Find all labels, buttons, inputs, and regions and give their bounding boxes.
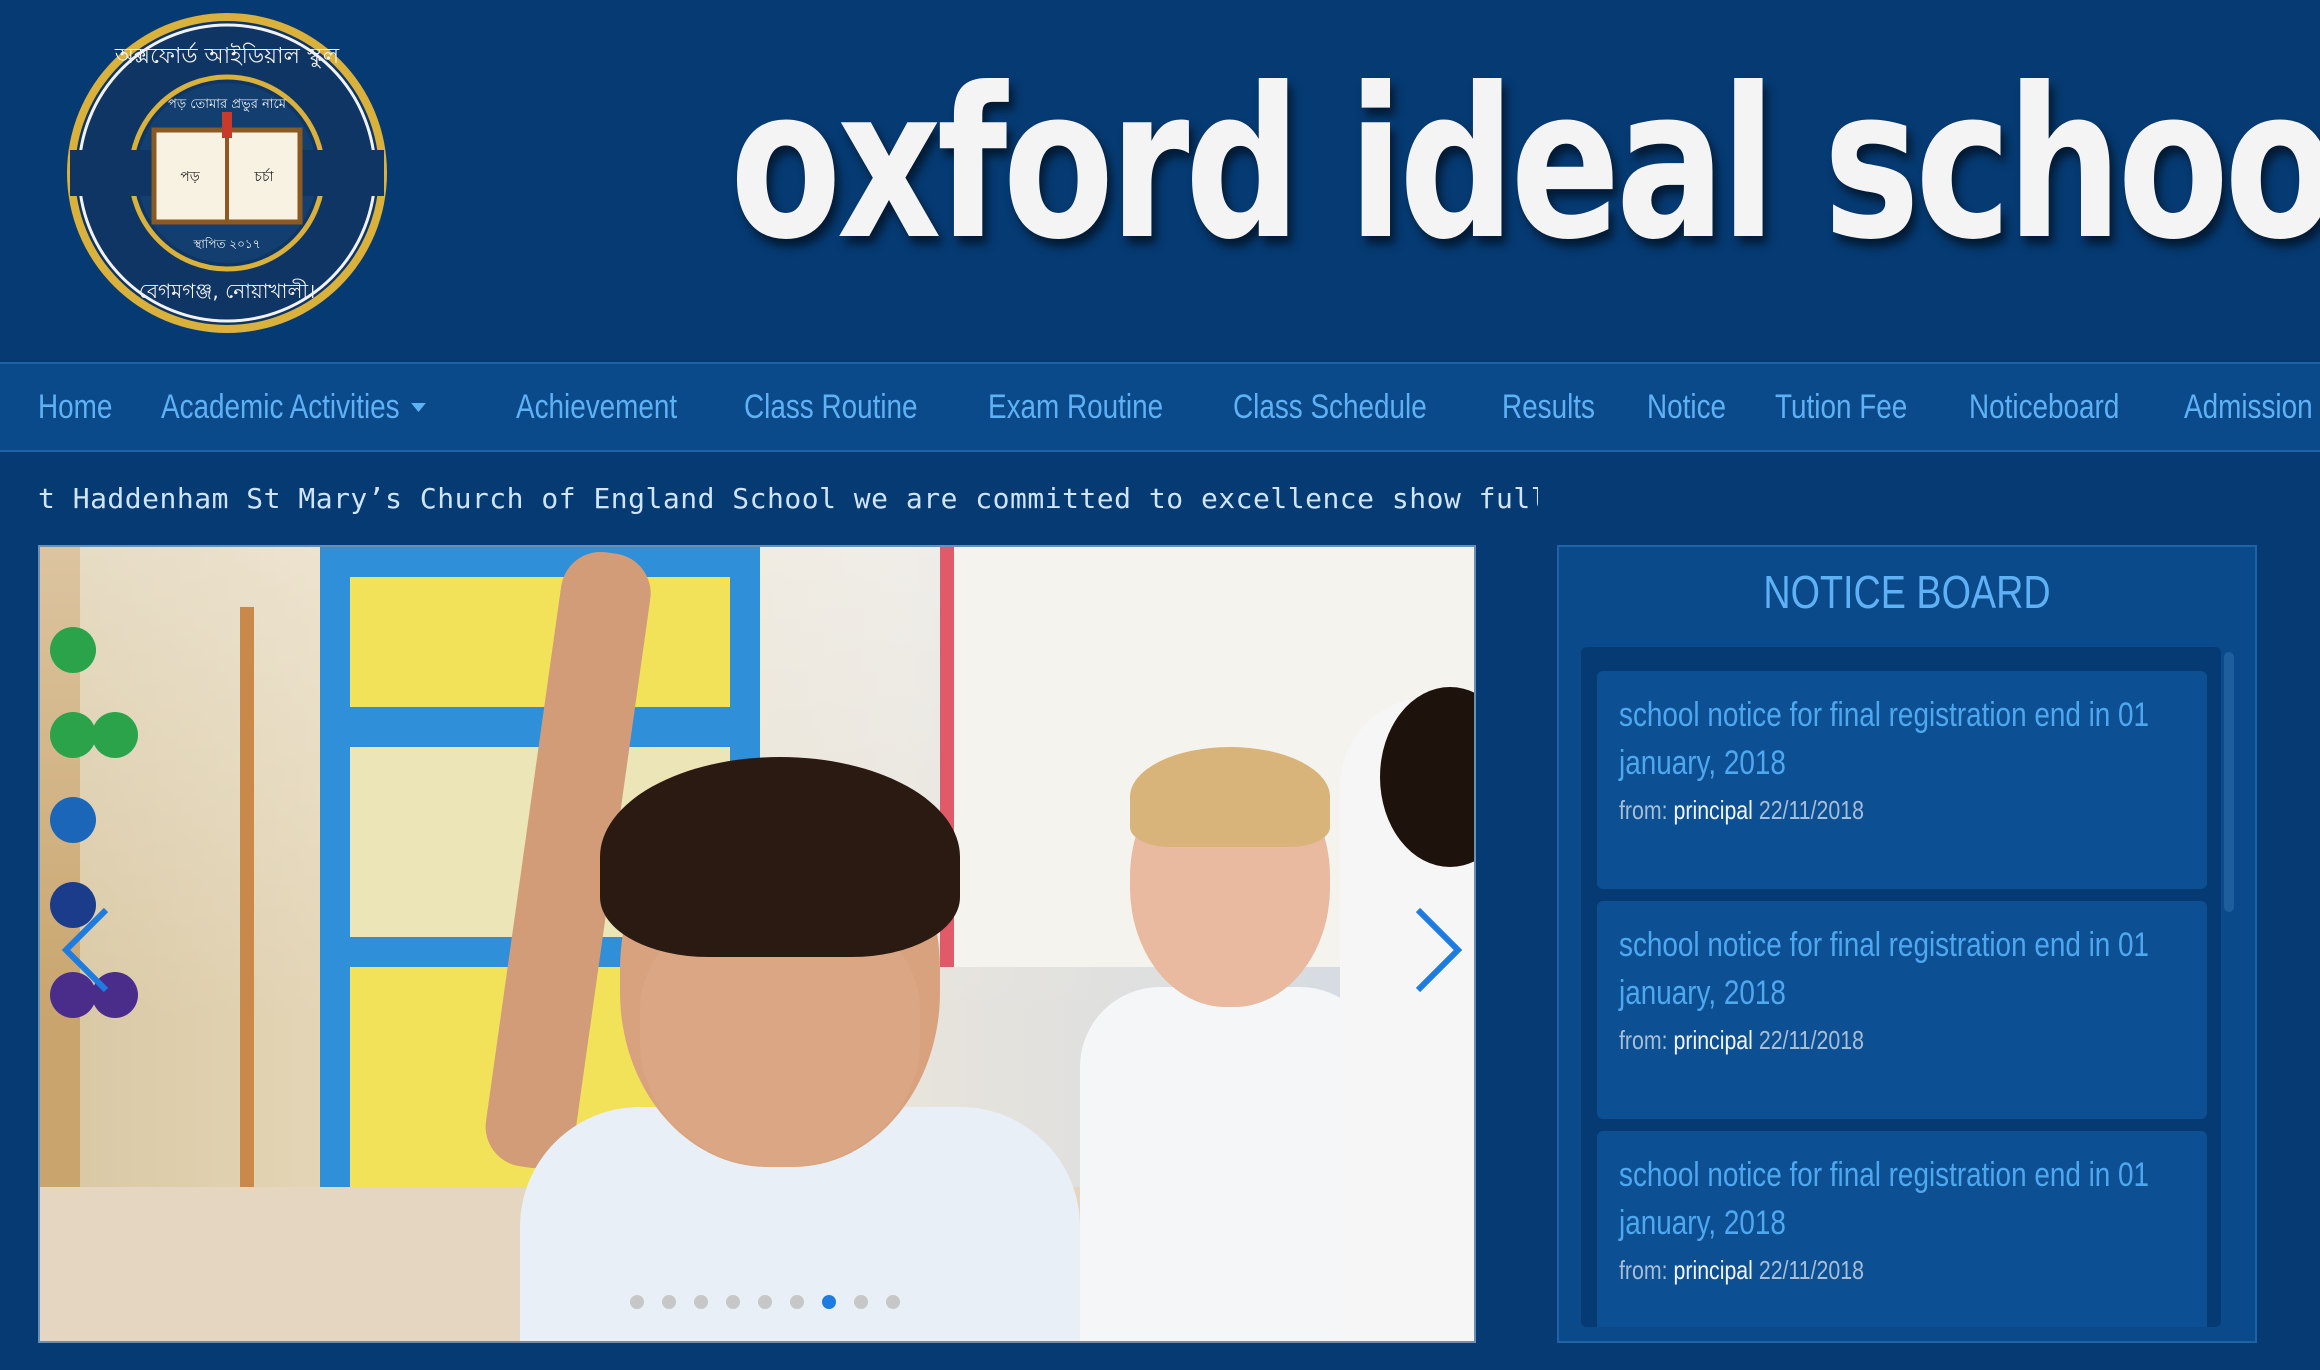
notice-title[interactable]: school notice for final registration end… [1619,921,2193,1017]
logo-name: অক্সফোর্ড আইডিয়াল স্কুল [114,42,340,69]
nav-label: Academic Activities [160,387,400,426]
nav-item-results[interactable]: Results [1502,388,1595,427]
carousel-dot[interactable] [726,1295,740,1309]
notice-date: 22/11/2018 [1758,795,1864,825]
logo-book-right: চর্চা [253,168,274,185]
notice-title[interactable]: school notice for final registration end… [1619,1151,2193,1247]
notice-title[interactable]: school notice for final registration end… [1619,691,2193,787]
nav-label: Notice [1647,387,1727,426]
nav-item-tution-fee[interactable]: Tution Fee [1775,388,1907,427]
logo-book-left: পড় [180,169,201,185]
notice-from-label: from: [1619,1025,1668,1055]
main-nav: Home Academic Activities Achievement Cla… [0,362,2320,452]
nav-label: Exam Routine [987,387,1164,426]
logo-established: স্থাপিত ২০১৭ [192,237,260,251]
nav-item-exam-routine[interactable]: Exam Routine [988,388,1163,427]
notice-scrollbar[interactable] [2224,652,2234,912]
carousel-dot[interactable] [758,1295,772,1309]
carousel-dot[interactable] [790,1295,804,1309]
news-ticker[interactable]: t Haddenham St Mary’s Church of England … [38,476,1538,522]
nav-item-noticeboard[interactable]: Noticeboard [1969,388,2119,427]
caret-down-icon [410,402,426,412]
notice-from-label: from: [1619,1255,1668,1285]
nav-item-admission[interactable]: Admission [2184,388,2320,427]
image-carousel[interactable] [38,545,1476,1343]
notice-meta: from: principal 22/11/2018 [1619,795,2111,826]
notice-card[interactable]: school notice for final registration end… [1597,671,2207,889]
notice-date: 22/11/2018 [1758,1025,1864,1055]
nav-label: Noticeboard [1968,387,2120,426]
chevron-left-icon [61,907,109,993]
carousel-indicators [621,1295,909,1309]
notice-card[interactable]: school notice for final registration end… [1597,1131,2207,1327]
notice-board: NOTICE BOARD school notice for final reg… [1557,545,2257,1343]
notice-board-title: NOTICE BOARD [1763,566,2051,618]
site-header: পড় চর্চা অক্সফোর্ড আইডিয়াল স্কুল পড় ত… [0,0,2320,362]
nav-label: Achievement [515,387,677,426]
carousel-dot[interactable] [662,1295,676,1309]
notice-list[interactable]: school notice for final registration end… [1581,647,2221,1327]
notice-meta: from: principal 22/11/2018 [1619,1025,2111,1056]
notice-from: principal [1673,795,1753,825]
carousel-dot[interactable] [854,1295,868,1309]
carousel-dot-active[interactable] [822,1295,836,1309]
nav-label: Class Schedule [1233,387,1428,426]
nav-label: Results [1501,387,1595,426]
carousel-prev-button[interactable] [58,905,118,995]
carousel-next-button[interactable] [1406,905,1466,995]
nav-item-class-schedule[interactable]: Class Schedule [1233,388,1427,427]
carousel-dot[interactable] [886,1295,900,1309]
site-title: oxford ideal school [730,44,2320,286]
logo-motto: পড় তোমার প্রভুর নামে [168,97,287,112]
nav-label: Home [38,387,113,426]
notice-from-label: from: [1619,795,1668,825]
nav-label: Class Routine [744,387,918,426]
nav-item-achievement[interactable]: Achievement [516,388,677,427]
nav-item-notice[interactable]: Notice [1647,388,1726,427]
notice-from: principal [1673,1255,1753,1285]
nav-item-home[interactable]: Home [38,388,112,427]
notice-date: 22/11/2018 [1758,1255,1864,1285]
nav-item-class-routine[interactable]: Class Routine [744,388,918,427]
school-logo[interactable]: পড় চর্চা অক্সফোর্ড আইডিয়াল স্কুল পড় ত… [62,8,392,338]
chevron-right-icon [1415,907,1463,993]
nav-label: Tution Fee [1775,387,1908,426]
notice-card[interactable]: school notice for final registration end… [1597,901,2207,1119]
carousel-dot[interactable] [694,1295,708,1309]
nav-label: Admission [2184,387,2313,426]
notice-meta: from: principal 22/11/2018 [1619,1255,2111,1286]
carousel-dot[interactable] [630,1295,644,1309]
logo-location: বেগমগঞ্জ, নোয়াখালী। [139,279,316,303]
notice-from: principal [1673,1025,1753,1055]
nav-item-academic-activities[interactable]: Academic Activities [161,388,426,427]
